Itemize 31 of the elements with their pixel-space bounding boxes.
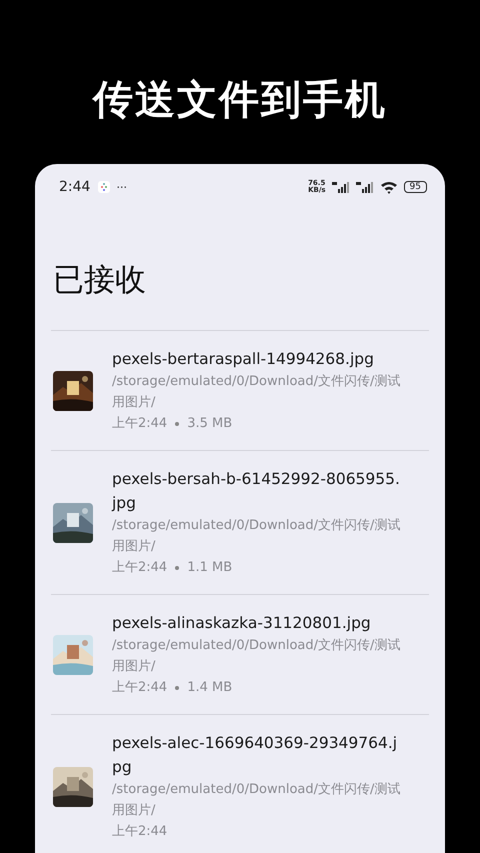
file-name: pexels-alec-1669640369-29349764.jpg [112,733,398,778]
wifi-icon [380,180,398,194]
file-item[interactable]: pexels-alec-1669640369-29349764.jpg /storage/emulated/0/Download/文件闪传/测试用图片/ 上午2:44 [51,715,429,853]
file-item[interactable]: pexels-alinaskazka-31120801.jpg /storage/emulated/0/Download/文件闪传/测试用图片/ 上午2:44 1.4 MB [51,595,429,715]
file-path: /storage/emulated/0/Download/文件闪传/测试用图片/ [112,517,402,556]
headline: 传送文件到手机 [93,76,387,125]
separator-dot-icon [175,566,180,570]
file-item[interactable]: pexels-bertaraspall-14994268.jpg /storage/emulated/0/Download/文件闪传/测试用图片/ 上午2:44 3.5 MB [51,331,429,451]
page-title: 已接收 [52,261,147,300]
received-time: 上午2:44 [112,415,168,433]
signal-icon [332,182,350,192]
file-path: /storage/emulated/0/Download/文件闪传/测试用图片/ [112,637,402,676]
separator-dot-icon [175,686,180,690]
app-notification-icon [98,181,110,193]
file-item[interactable]: pexels-bersah-b-61452992-8065955.jpg /storage/emulated/0/Download/文件闪传/测试用图片/ 上午2:44 1.1 MB [51,451,429,595]
file-path: /storage/emulated/0/Download/文件闪传/测试用图片/ [112,373,402,412]
file-name: pexels-bersah-b-61452992-8065955.jpg [112,469,401,514]
file-size: 1.1 MB [187,559,232,577]
more-notifications: ··· [116,180,127,194]
file-size: 1.4 MB [187,679,232,697]
separator-dot-icon [175,422,180,426]
file-name: pexels-bertaraspall-14994268.jpg [112,349,375,370]
signal-icon [356,182,374,192]
file-path: /storage/emulated/0/Download/文件闪传/测试用图片/ [112,781,402,820]
file-name: pexels-alinaskazka-31120801.jpg [112,613,372,634]
received-time: 上午2:44 [112,559,168,577]
battery-indicator: 95 [404,181,427,193]
received-time: 上午2:44 [112,823,168,841]
status-time: 2:44 [59,179,90,195]
file-size: 3.5 MB [187,415,232,433]
received-time: 上午2:44 [112,679,168,697]
